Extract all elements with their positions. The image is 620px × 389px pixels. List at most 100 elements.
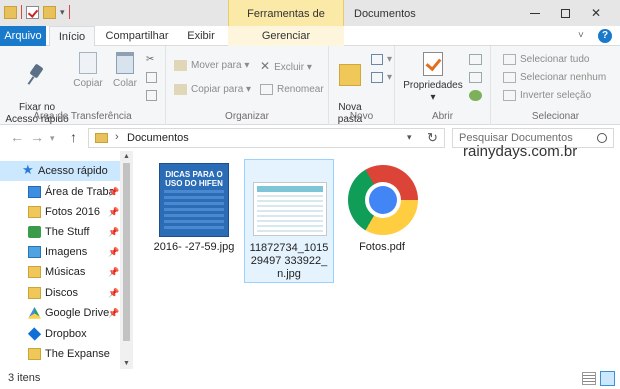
minimize-icon <box>530 13 540 15</box>
address-dropdown-icon[interactable]: ▾ <box>407 132 412 143</box>
rename-button[interactable]: Renomear <box>260 82 324 98</box>
file-item[interactable]: Fotos.pdf <box>337 159 427 283</box>
nav-item-dropbox[interactable]: Dropbox <box>0 324 120 344</box>
invert-selection-icon <box>503 89 516 101</box>
customize-qat-icon[interactable]: ▾ <box>60 7 65 18</box>
close-icon: ✕ <box>590 6 602 20</box>
tab-file[interactable]: Arquivo <box>0 26 46 46</box>
forward-arrow-icon[interactable]: → <box>30 129 44 145</box>
cut-icon[interactable]: ✂ <box>146 52 154 68</box>
folder-icon <box>28 206 41 218</box>
paste-shortcut-icon[interactable] <box>146 88 161 104</box>
google-drive-icon <box>28 307 41 319</box>
file-name: 2016- -27-59.jpg <box>153 241 235 253</box>
nav-item-musicas[interactable]: Músicas 📌 <box>0 262 120 282</box>
breadcrumb-documents[interactable]: Documentos <box>127 132 189 144</box>
folder-icon <box>95 133 108 143</box>
folder-icon <box>28 266 41 278</box>
move-to-button[interactable]: Mover para ▾ <box>174 58 249 74</box>
pin-icon: 📌 <box>108 247 120 257</box>
scroll-down-icon[interactable]: ▼ <box>123 360 130 367</box>
delete-label: Excluir <box>274 62 305 73</box>
file-name: Fotos.pdf <box>359 241 405 253</box>
tab-share[interactable]: Compartilhar <box>101 26 173 46</box>
rename-icon <box>260 83 273 95</box>
pin-icon: 📌 <box>108 227 120 237</box>
paste-label: Colar <box>113 78 137 89</box>
address-bar[interactable]: › Documentos ▾ ↻ <box>88 128 445 148</box>
nav-item-imagens[interactable]: Imagens 📌 <box>0 242 120 262</box>
back-arrow-icon[interactable]: ← <box>10 129 24 145</box>
copy-path-icon[interactable] <box>146 70 161 86</box>
pin-icon: 📌 <box>108 288 120 298</box>
select-all-label: Selecionar tudo <box>520 54 590 65</box>
copy-button[interactable]: Copiar <box>70 50 106 90</box>
tab-view[interactable]: Exibir <box>177 26 225 46</box>
nav-scrollbar[interactable]: ▲ ▼ <box>120 151 133 369</box>
paste-button[interactable]: Colar <box>108 50 142 90</box>
select-none-button[interactable]: Selecionar nenhum <box>503 70 606 86</box>
select-all-button[interactable]: Selecionar tudo <box>503 52 590 68</box>
item-count: 3 itens <box>8 372 41 384</box>
paste-icon <box>116 52 134 74</box>
maximize-button[interactable] <box>550 0 580 26</box>
open-icon[interactable] <box>469 52 486 68</box>
nav-item-label: The Stuff <box>45 226 90 238</box>
select-none-icon <box>503 71 516 83</box>
search-icon <box>597 133 607 143</box>
easy-access-icon[interactable]: ▾ <box>371 70 392 86</box>
navigation-pane: ★ Acesso rápido Área de Traba 📌 Fotos 20… <box>0 151 133 369</box>
pin-icon: 📌 <box>108 308 120 318</box>
scroll-up-icon[interactable]: ▲ <box>123 153 130 160</box>
thumbnail-header-band <box>257 186 323 192</box>
window-title: Documentos <box>354 8 416 20</box>
nav-item-quick-access[interactable]: ★ Acesso rápido <box>0 161 120 181</box>
nav-item-discos[interactable]: Discos 📌 <box>0 283 120 303</box>
nav-item-label: Músicas <box>45 266 86 278</box>
minimize-button[interactable] <box>520 0 550 26</box>
tab-manage[interactable]: Gerenciar <box>228 26 344 46</box>
nav-item-label: Dropbox <box>45 328 87 340</box>
file-item[interactable]: DICAS PARA O USO DO HIFEN 2016- -27-59.j… <box>149 159 239 283</box>
new-item-icon[interactable]: ▾ <box>371 52 392 68</box>
maximize-icon <box>560 9 570 19</box>
help-icon[interactable]: ? <box>598 29 612 43</box>
edit-icon[interactable] <box>469 70 486 86</box>
folder-icon <box>4 5 17 19</box>
properties-label: Propriedades <box>403 80 463 91</box>
copy-to-button[interactable]: Copiar para ▾ <box>174 82 251 98</box>
recent-locations-icon[interactable]: ▾ <box>50 133 55 144</box>
thumbnail-title: DICAS PARA O USO DO HIFEN <box>165 170 223 188</box>
refresh-icon[interactable]: ↻ <box>427 130 438 146</box>
invert-selection-button[interactable]: Inverter seleção <box>503 88 591 104</box>
chevron-down-icon[interactable]: ˅ <box>578 30 584 41</box>
select-group: Selecionar tudo Selecionar nenhum Invert… <box>491 46 620 125</box>
properties-icon[interactable] <box>26 5 39 19</box>
scroll-thumb[interactable] <box>123 163 130 341</box>
qat-separator <box>21 5 22 19</box>
nav-item-desktop[interactable]: Área de Traba 📌 <box>0 182 120 202</box>
close-button[interactable]: ✕ <box>581 0 611 26</box>
organize-group-label: Organizar <box>225 111 269 122</box>
nav-item-the-stuff[interactable]: The Stuff 📌 <box>0 222 120 242</box>
nav-item-the-expanse[interactable]: The Expanse <box>0 344 120 364</box>
up-arrow-icon[interactable]: ↑ <box>70 129 77 145</box>
nav-item-google-drive[interactable]: Google Drive 📌 <box>0 303 120 323</box>
stuff-icon <box>28 226 41 238</box>
nav-item-fotos-2016[interactable]: Fotos 2016 📌 <box>0 202 120 222</box>
open-group-label: Abrir <box>431 111 454 122</box>
breadcrumb-chevron-icon[interactable]: › <box>115 131 119 143</box>
chrome-icon <box>348 165 418 235</box>
file-list: DICAS PARA O USO DO HIFEN 2016- -27-59.j… <box>133 151 620 369</box>
file-item[interactable]: 11872734_101529497 333922_n.jpg <box>244 159 334 283</box>
image-thumbnail <box>253 182 327 236</box>
delete-button[interactable]: ✕ Excluir ▾ <box>260 58 312 74</box>
new-folder-icon[interactable] <box>43 5 56 19</box>
details-view-icon[interactable] <box>582 372 596 385</box>
history-icon[interactable] <box>469 88 486 104</box>
new-group: Nova pasta ▾ ▾ Novo <box>329 46 395 125</box>
large-icons-view-icon[interactable] <box>600 371 615 386</box>
properties-button[interactable]: Propriedades ▾ <box>401 50 465 104</box>
pin-icon: 📌 <box>108 187 120 197</box>
tab-home[interactable]: Início <box>49 26 95 47</box>
